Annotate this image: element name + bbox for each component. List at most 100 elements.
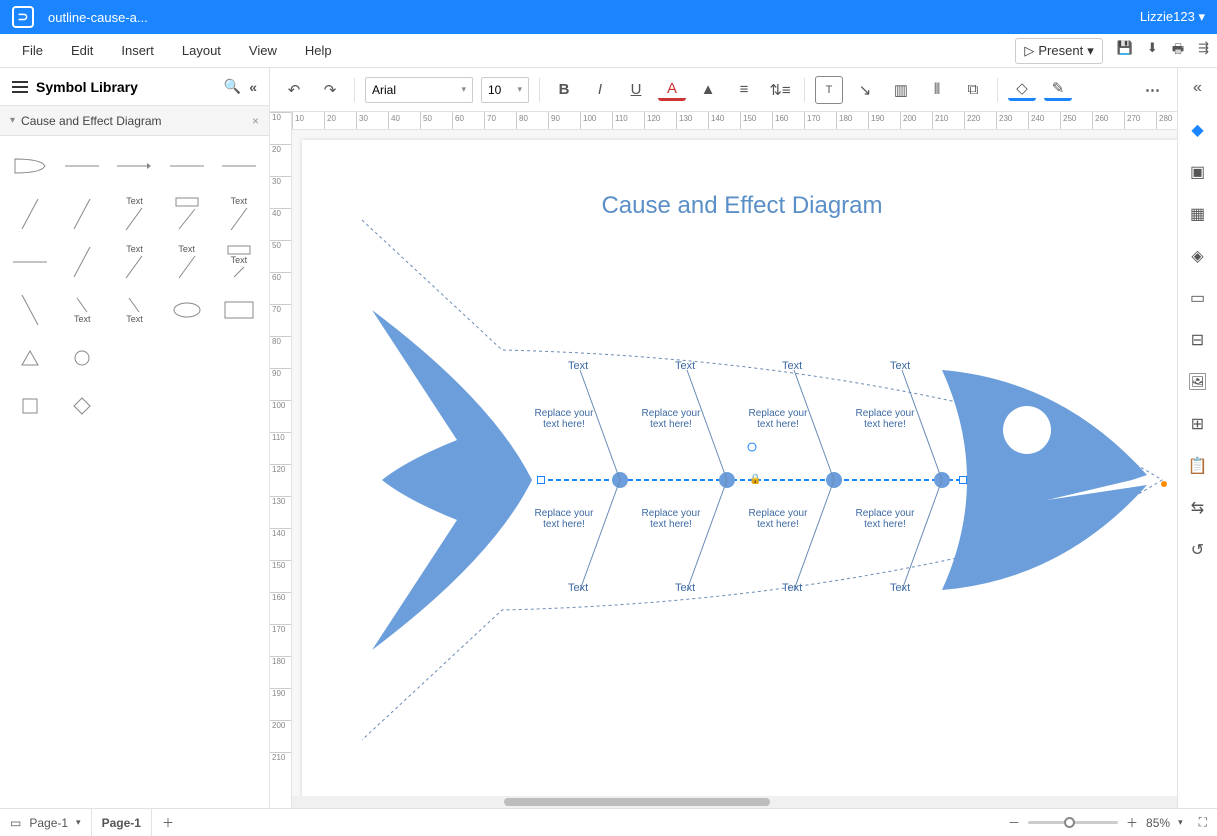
shape-triangle[interactable] bbox=[6, 336, 54, 380]
shape-diag1[interactable] bbox=[6, 192, 54, 236]
shape-diag-text4[interactable]: Text bbox=[58, 288, 106, 332]
distribute-button[interactable]: ⫴ bbox=[923, 76, 951, 104]
shape-line[interactable] bbox=[58, 144, 106, 188]
bone-category[interactable]: Text bbox=[890, 360, 910, 372]
bone-category[interactable]: Text bbox=[782, 582, 802, 594]
cause-text[interactable]: Replace your text here! bbox=[534, 408, 594, 430]
collapse-right-icon[interactable]: « bbox=[1186, 76, 1210, 100]
shape-diag4[interactable] bbox=[6, 288, 54, 332]
shape-fishhead[interactable] bbox=[6, 144, 54, 188]
canvas[interactable]: Cause and Effect Diagram bbox=[292, 130, 1177, 796]
present-button[interactable]: ▷Present▾ bbox=[1015, 38, 1102, 64]
cause-text[interactable]: Replace your text here! bbox=[748, 408, 808, 430]
menu-edit[interactable]: Edit bbox=[57, 43, 107, 58]
shape-line2[interactable] bbox=[163, 144, 211, 188]
font-color-button[interactable]: A bbox=[658, 79, 686, 101]
undo-button[interactable]: ↶ bbox=[280, 76, 308, 104]
zoom-level[interactable]: 85% bbox=[1146, 816, 1170, 830]
selection-handle[interactable] bbox=[537, 476, 545, 484]
picture-panel-icon[interactable]: 🖼 bbox=[1186, 370, 1210, 394]
italic-button[interactable]: I bbox=[586, 76, 614, 104]
shape-rect[interactable] bbox=[215, 288, 263, 332]
shape-ellipse[interactable] bbox=[163, 288, 211, 332]
shape-rect-diag[interactable] bbox=[163, 192, 211, 236]
fishbone-diagram[interactable] bbox=[302, 200, 1177, 760]
shape-diag3[interactable] bbox=[58, 240, 106, 284]
save-icon[interactable]: 💾 bbox=[1117, 40, 1133, 62]
redo-button[interactable]: ↷ bbox=[316, 76, 344, 104]
print-icon[interactable]: 🖶 bbox=[1172, 40, 1184, 62]
page[interactable]: Cause and Effect Diagram bbox=[302, 140, 1177, 796]
group-button[interactable]: ⧉ bbox=[959, 76, 987, 104]
layers-panel-icon[interactable]: ◈ bbox=[1186, 244, 1210, 268]
page-list-button[interactable]: ▭ Page-1 ▾ bbox=[0, 809, 92, 836]
bone-category[interactable]: Text bbox=[675, 582, 695, 594]
cause-text[interactable]: Replace your text here! bbox=[534, 508, 594, 530]
horizontal-scrollbar[interactable] bbox=[292, 796, 1177, 808]
image-panel-icon[interactable]: ▣ bbox=[1186, 160, 1210, 184]
align-button[interactable]: ≡ bbox=[730, 76, 758, 104]
highlight-button[interactable]: ▲ bbox=[694, 76, 722, 104]
menu-layout[interactable]: Layout bbox=[168, 43, 235, 58]
shape-line3[interactable] bbox=[215, 144, 263, 188]
menu-help[interactable]: Help bbox=[291, 43, 346, 58]
chevron-down-icon[interactable]: ▾ bbox=[1178, 817, 1183, 828]
zoom-in-button[interactable]: ＋ bbox=[1126, 814, 1138, 831]
menu-view[interactable]: View bbox=[235, 43, 291, 58]
line-color-button[interactable]: ✎ bbox=[1044, 79, 1072, 101]
fill-color-button[interactable]: ◇ bbox=[1008, 79, 1036, 101]
shape-text-diag[interactable]: Text bbox=[215, 192, 263, 236]
shape-arrow[interactable] bbox=[110, 144, 158, 188]
connector-button[interactable]: ↘ bbox=[851, 76, 879, 104]
bone-category[interactable]: Text bbox=[675, 360, 695, 372]
bone-category[interactable]: Text bbox=[890, 582, 910, 594]
share-icon[interactable]: ⇶ bbox=[1198, 40, 1209, 62]
shape-diag-text3[interactable]: Text bbox=[163, 240, 211, 284]
grid-panel-icon[interactable]: ▦ bbox=[1186, 202, 1210, 226]
library-category-header[interactable]: ▾ Cause and Effect Diagram × bbox=[0, 106, 269, 136]
bone-category[interactable]: Text bbox=[568, 582, 588, 594]
presentation-panel-icon[interactable]: ▭ bbox=[1186, 286, 1210, 310]
bone-category[interactable]: Text bbox=[568, 360, 588, 372]
cause-text[interactable]: Replace your text here! bbox=[641, 508, 701, 530]
shape-diag2[interactable] bbox=[58, 192, 106, 236]
shape-diag-text[interactable]: Text bbox=[110, 192, 158, 236]
cause-text[interactable]: Replace your text here! bbox=[855, 508, 915, 530]
cause-text[interactable]: Replace your text here! bbox=[641, 408, 701, 430]
font-size-select[interactable]: 10▾ bbox=[481, 77, 529, 103]
line-spacing-button[interactable]: ⇅≡ bbox=[766, 76, 794, 104]
tree-panel-icon[interactable]: ⊞ bbox=[1186, 412, 1210, 436]
align-objects-button[interactable]: ▥ bbox=[887, 76, 915, 104]
fullscreen-icon[interactable]: ⛶ bbox=[1199, 815, 1207, 830]
more-options-button[interactable]: ⋯ bbox=[1139, 76, 1167, 104]
align-panel-icon[interactable]: ⇆ bbox=[1186, 496, 1210, 520]
shape-hline[interactable] bbox=[6, 240, 54, 284]
bold-button[interactable]: B bbox=[550, 76, 578, 104]
search-icon[interactable]: 🔍 bbox=[224, 78, 241, 95]
collapse-left-icon[interactable]: « bbox=[249, 79, 257, 95]
shape-diag-text5[interactable]: Text bbox=[110, 288, 158, 332]
shape-square[interactable] bbox=[6, 384, 54, 428]
menu-file[interactable]: File bbox=[8, 43, 57, 58]
close-category-icon[interactable]: × bbox=[252, 114, 259, 128]
download-icon[interactable]: ⬇ bbox=[1147, 40, 1158, 62]
user-menu[interactable]: Lizzie123 ▾ bbox=[1140, 9, 1205, 25]
shape-diamond[interactable] bbox=[58, 384, 106, 428]
bone-category[interactable]: Text bbox=[782, 360, 802, 372]
cause-text[interactable]: Replace your text here! bbox=[855, 408, 915, 430]
cause-text[interactable]: Replace your text here! bbox=[748, 508, 808, 530]
shape-circle[interactable] bbox=[58, 336, 106, 380]
shape-rect-diag2[interactable]: Text bbox=[215, 240, 263, 284]
font-family-select[interactable]: Arial▾ bbox=[365, 77, 473, 103]
zoom-out-button[interactable]: － bbox=[1008, 814, 1020, 831]
zoom-slider[interactable] bbox=[1028, 821, 1118, 824]
selection-handle[interactable] bbox=[959, 476, 967, 484]
shape-diag-text2[interactable]: Text bbox=[110, 240, 158, 284]
menu-insert[interactable]: Insert bbox=[107, 43, 168, 58]
text-box-button[interactable]: T bbox=[815, 76, 843, 104]
history-panel-icon[interactable]: ↺ bbox=[1186, 538, 1210, 562]
add-page-button[interactable]: ＋ bbox=[152, 809, 184, 836]
data-panel-icon[interactable]: ⊟ bbox=[1186, 328, 1210, 352]
underline-button[interactable]: U bbox=[622, 76, 650, 104]
page-tab[interactable]: Page-1 bbox=[92, 809, 152, 836]
